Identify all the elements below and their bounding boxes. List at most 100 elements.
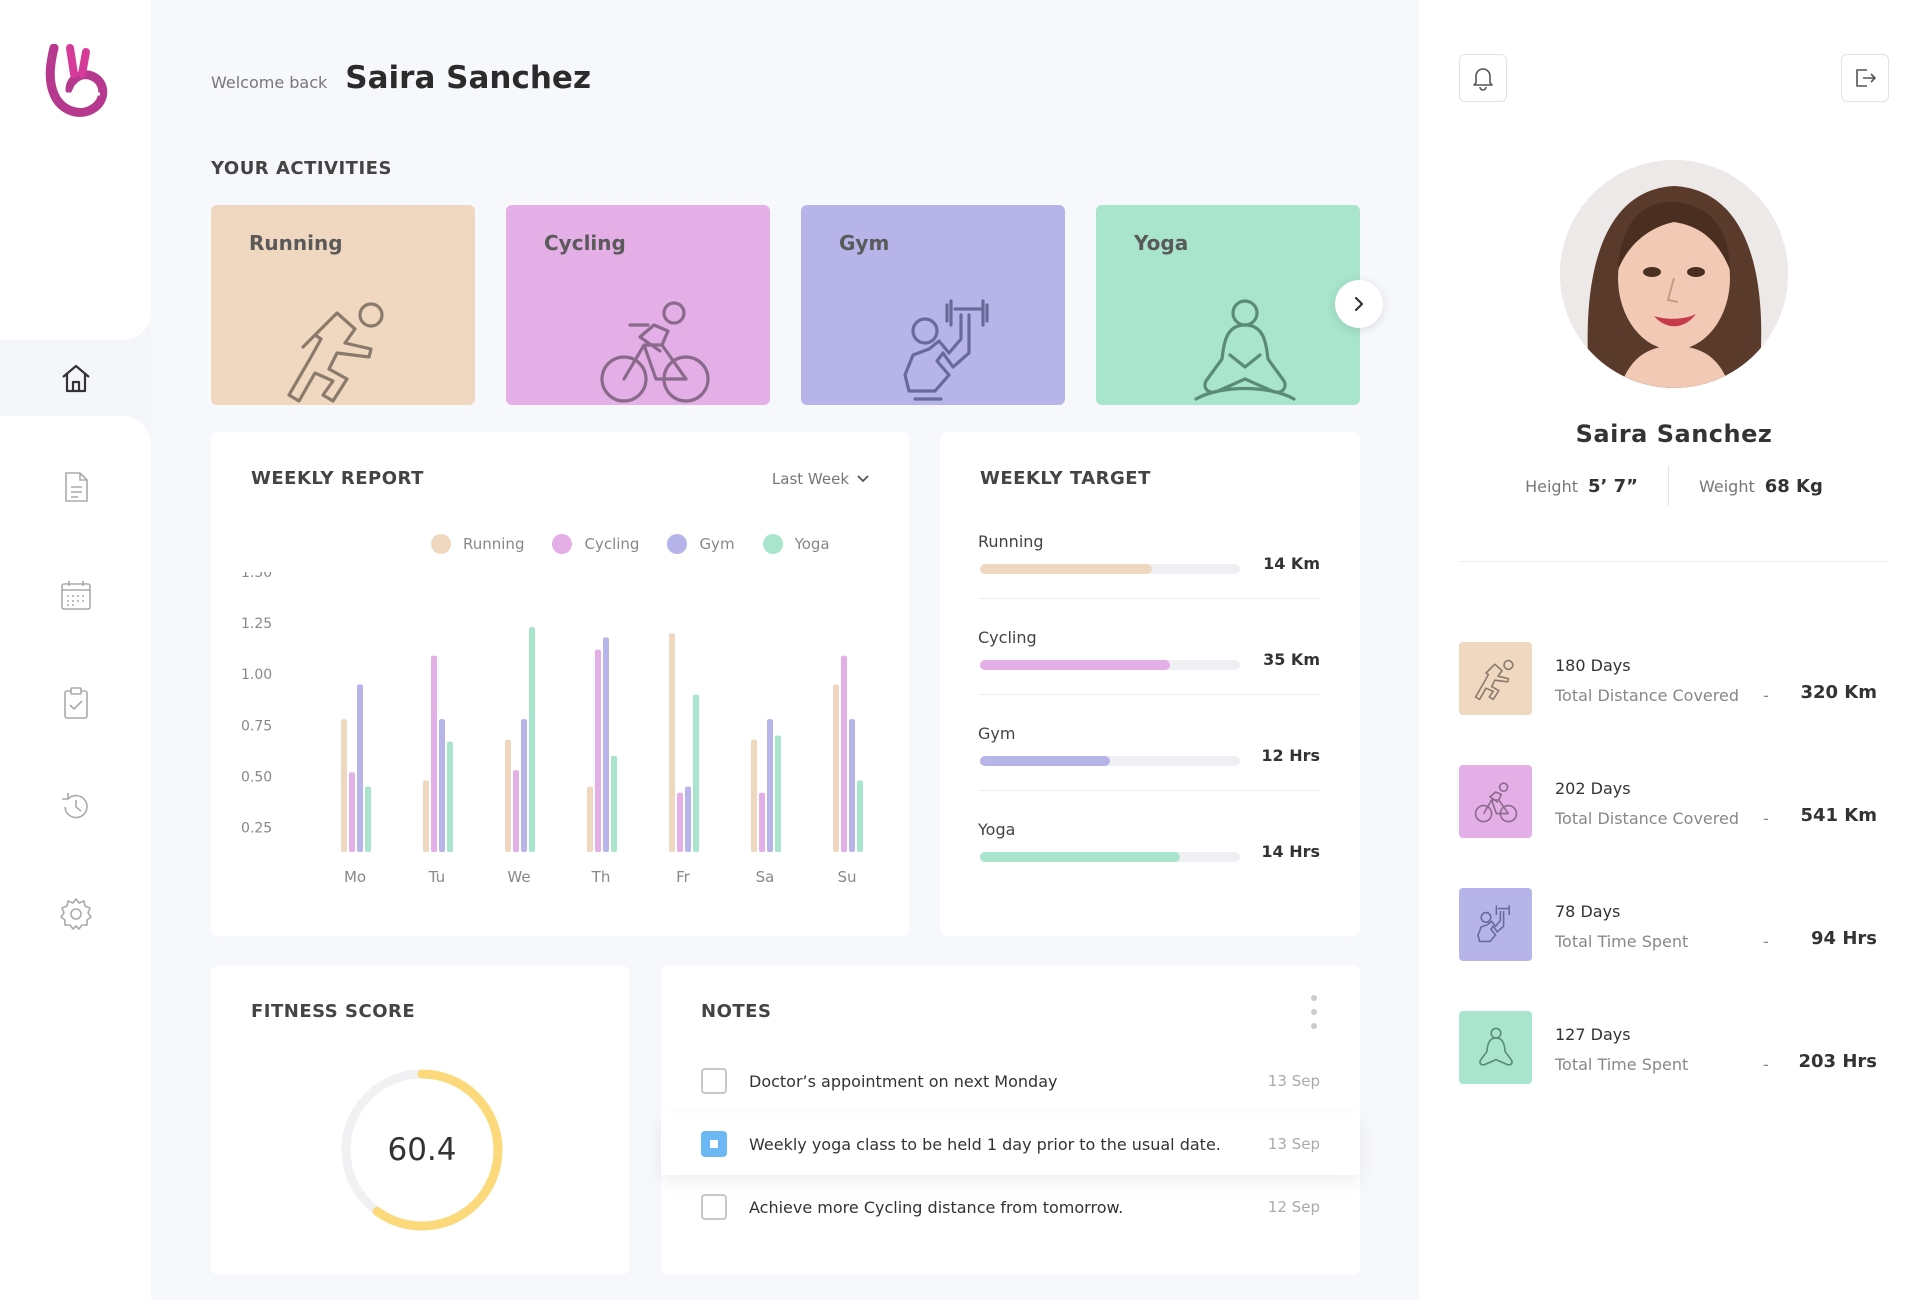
notes-panel: NOTES Doctor’s appointment on next Monda… — [661, 965, 1360, 1275]
bell-icon — [1473, 68, 1493, 91]
note-item[interactable]: Doctor’s appointment on next Monday 13 S… — [661, 1050, 1360, 1112]
notes-title: NOTES — [701, 1001, 772, 1022]
nav-documents[interactable] — [50, 461, 102, 513]
x-tick-label: Fr — [676, 868, 691, 886]
activity-card-yoga[interactable]: Yoga — [1096, 205, 1360, 405]
welcome-label: Welcome back — [211, 73, 328, 92]
activities-next-button[interactable] — [1335, 280, 1383, 328]
legend-dot — [762, 534, 783, 554]
note-text: Doctor’s appointment on next Monday — [749, 1071, 1058, 1091]
more-options-icon[interactable] — [1308, 995, 1320, 1029]
y-tick-label: 1.25 — [241, 616, 272, 632]
period-dropdown[interactable]: Last Week — [772, 470, 869, 488]
summary-icon-tile — [1459, 888, 1532, 961]
activity-card-cycling[interactable]: Cycling — [506, 205, 770, 405]
target-item-gym: Gym 12 Hrs — [978, 724, 1320, 791]
note-date: 13 Sep — [1267, 1072, 1320, 1090]
activity-card-gym[interactable]: Gym — [801, 205, 1065, 405]
legend-label: Cycling — [584, 535, 640, 553]
note-date: 13 Sep — [1267, 1135, 1320, 1153]
summary-days: 180 Days — [1555, 656, 1631, 675]
app-logo[interactable] — [40, 44, 112, 124]
legend-item-yoga: Yoga — [762, 534, 830, 554]
note-text: Weekly yoga class to be held 1 day prior… — [749, 1134, 1221, 1154]
bar-cycling-sa — [759, 792, 765, 852]
running-icon — [1474, 659, 1514, 700]
nav-history[interactable] — [50, 781, 102, 833]
user-name: Saira Sanchez — [345, 60, 591, 96]
divider — [1667, 466, 1669, 506]
nav-tasks[interactable] — [50, 677, 102, 729]
activities-title: YOUR ACTIVITIES — [211, 158, 392, 179]
activity-label: Cycling — [544, 231, 626, 255]
bar-gym-fr — [685, 786, 691, 852]
chevron-right-icon — [1354, 296, 1364, 312]
summary-icon-tile — [1459, 765, 1532, 838]
x-tick-label: Mo — [344, 868, 366, 886]
activity-label: Running — [249, 231, 343, 255]
y-tick-label: 0.75 — [241, 718, 272, 734]
legend-label: Running — [463, 535, 525, 553]
target-progress-track — [980, 756, 1240, 766]
legend-dot — [667, 534, 688, 554]
x-tick-label: Th — [591, 868, 611, 886]
nav-home[interactable] — [50, 352, 102, 404]
note-item[interactable]: Weekly yoga class to be held 1 day prior… — [661, 1113, 1360, 1175]
target-value: 12 Hrs — [1261, 746, 1320, 765]
x-tick-label: We — [507, 868, 530, 886]
nav-lower-area — [0, 416, 151, 1300]
legend-label: Yoga — [794, 535, 830, 553]
y-tick-label: 1.00 — [241, 667, 272, 683]
nav-settings[interactable] — [50, 888, 102, 940]
target-value: 14 Hrs — [1261, 842, 1320, 861]
bar-yoga-fr — [693, 694, 699, 852]
legend-item-running: Running — [431, 534, 524, 554]
note-item[interactable]: Achieve more Cycling distance from tomor… — [661, 1176, 1360, 1238]
summary-dash: - — [1763, 809, 1769, 828]
note-checkbox[interactable] — [701, 1068, 727, 1094]
fitness-score-panel: FITNESS SCORE 60.4 — [211, 965, 629, 1275]
note-checkbox[interactable] — [701, 1194, 727, 1220]
height-label: Height — [1525, 476, 1578, 496]
nav-calendar[interactable] — [50, 569, 102, 621]
bar-yoga-we — [529, 627, 535, 852]
target-item-yoga: Yoga 14 Hrs — [978, 820, 1320, 862]
divider — [978, 790, 1320, 791]
bar-gym-sa — [767, 719, 773, 852]
target-progress-fill — [980, 852, 1181, 862]
notifications-button[interactable] — [1459, 54, 1507, 102]
bar-gym-su — [849, 719, 855, 852]
history-icon — [62, 793, 88, 819]
note-checkbox[interactable] — [701, 1131, 727, 1157]
summary-days: 202 Days — [1555, 779, 1631, 798]
bar-running-tu — [423, 780, 429, 852]
legend-dot — [431, 534, 451, 554]
legend-item-gym: Gym — [667, 534, 735, 554]
activity-card-running[interactable]: Running — [211, 205, 475, 405]
logout-button[interactable] — [1841, 54, 1889, 102]
legend-dot — [552, 534, 573, 554]
logout-icon — [1856, 69, 1876, 87]
profile-photo — [1560, 160, 1788, 388]
weekly-target-title: WEEKLY TARGET — [980, 468, 1151, 489]
fitness-score-title: FITNESS SCORE — [251, 1001, 416, 1022]
bar-cycling-fr — [677, 792, 683, 852]
summary-description: Total Time Spent — [1555, 1055, 1689, 1074]
legend-label: Gym — [699, 535, 735, 553]
menu-dot — [1311, 995, 1317, 1001]
summary-dash: - — [1763, 932, 1769, 951]
y-tick-label: 0.50 — [241, 769, 272, 785]
running-icon — [287, 302, 384, 403]
summary-days: 78 Days — [1555, 902, 1621, 921]
note-date: 12 Sep — [1267, 1198, 1320, 1216]
x-tick-label: Su — [837, 868, 856, 886]
weight-value: 68 Kg — [1764, 475, 1823, 497]
weekly-report-chart: 0.25 0.50 0.75 1.00 1.25 1.50 Mo Tu We Th Fr Sa Su — [241, 572, 863, 886]
summary-dash: - — [1763, 1055, 1769, 1074]
target-label: Yoga — [978, 820, 1016, 839]
activity-label: Yoga — [1134, 231, 1189, 255]
sidebar — [0, 0, 151, 1300]
summary-icon-tile — [1459, 1011, 1532, 1084]
divider — [978, 694, 1320, 695]
bar-running-su — [833, 684, 839, 852]
